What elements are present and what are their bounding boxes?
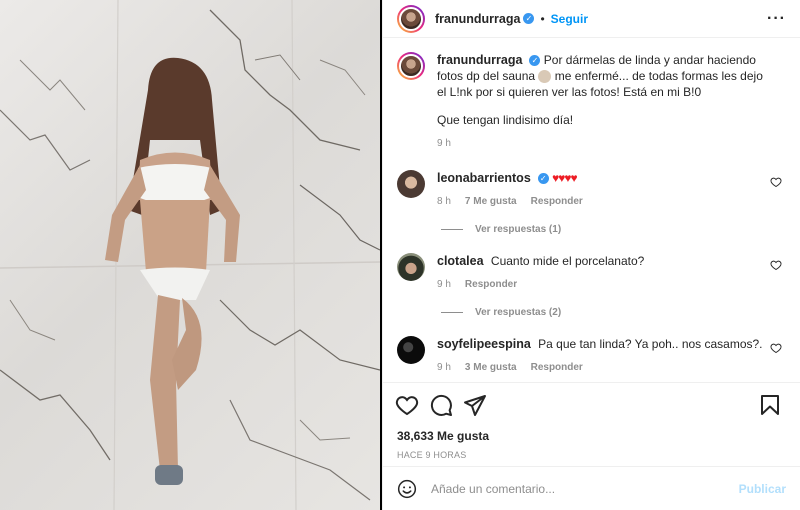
reply-button[interactable]: Responder — [531, 360, 583, 376]
comment-username[interactable]: clotalea — [437, 254, 484, 268]
verified-icon: ✓ — [523, 13, 535, 24]
comment-time[interactable]: 9 h — [437, 277, 451, 293]
comment-time[interactable]: 8 h — [437, 194, 451, 210]
likes-count[interactable]: 38,633 Me gusta — [383, 426, 800, 446]
author-username[interactable]: franundurraga — [435, 12, 520, 26]
reply-button[interactable]: Responder — [465, 277, 517, 293]
caption-username[interactable]: franundurraga — [437, 53, 522, 67]
smile-icon[interactable] — [397, 479, 417, 499]
comment-text: Pa que tan linda? Ya poh.. nos casamos?. — [538, 337, 763, 351]
comment-avatar[interactable] — [397, 336, 425, 364]
comment-avatar[interactable] — [397, 170, 425, 198]
share-icon[interactable] — [463, 393, 487, 417]
more-icon[interactable]: ··· — [767, 10, 786, 28]
heart-icon[interactable] — [395, 393, 419, 417]
comment-icon[interactable] — [429, 393, 453, 417]
comment-item: soyfelipeespina Pa que tan linda? Ya poh… — [397, 336, 786, 376]
comment-avatar[interactable] — [397, 253, 425, 281]
photo-background — [0, 0, 380, 510]
post-header: franundurraga ✓ • Seguir ··· — [383, 0, 800, 38]
publish-button[interactable]: Publicar — [739, 482, 786, 496]
comments-list[interactable]: franundurraga ✓ Por dármelas de linda y a… — [383, 38, 800, 382]
caption-avatar[interactable] — [397, 52, 425, 80]
instagram-post: franundurraga ✓ • Seguir ··· franundurra… — [0, 0, 800, 510]
comment-like-heart-icon[interactable] — [770, 259, 782, 271]
comment-text: ♥♥♥♥ — [552, 171, 577, 185]
post-photo[interactable] — [0, 0, 382, 510]
post-actions — [383, 382, 800, 426]
caption-paragraph: Que tengan lindisimo día! — [437, 113, 574, 127]
comment-username[interactable]: leonabarrientos — [437, 171, 531, 185]
view-replies-label: Ver respuestas (2) — [475, 307, 562, 318]
comment-username[interactable]: soyfelipeespina — [437, 337, 531, 351]
comment-like-heart-icon[interactable] — [770, 342, 782, 354]
comment-item: leonabarrientos ✓ ♥♥♥♥ 8 h 7 Me gusta Res… — [397, 170, 786, 210]
verified-icon: ✓ — [529, 55, 541, 67]
comment-item: clotalea Cuanto mide el porcelanato? 9 h… — [397, 253, 786, 293]
view-replies-button[interactable]: Ver respuestas (1) — [441, 224, 786, 235]
caption: franundurraga ✓ Por dármelas de linda y a… — [397, 52, 786, 152]
comment-likes[interactable]: 7 Me gusta — [465, 194, 517, 210]
comment-likes[interactable]: 3 Me gusta — [465, 360, 517, 376]
separator-dot: • — [540, 11, 545, 26]
view-replies-label: Ver respuestas (1) — [475, 224, 562, 235]
comment-time[interactable]: 9 h — [437, 360, 451, 376]
marble-tiles-graphic — [0, 0, 380, 510]
author-avatar[interactable] — [397, 4, 425, 33]
person-silhouette — [105, 57, 240, 485]
verified-icon: ✓ — [537, 173, 549, 185]
comment-text: Cuanto mide el porcelanato? — [490, 254, 645, 268]
sauna-emoji-icon — [538, 70, 552, 84]
posted-time[interactable]: HACE 9 HORAS — [383, 446, 800, 466]
comment-like-heart-icon[interactable] — [770, 176, 782, 188]
caption-time[interactable]: 9 h — [437, 136, 451, 152]
follow-button[interactable]: Seguir — [551, 12, 588, 26]
bookmark-icon[interactable] — [758, 393, 782, 417]
comment-input[interactable] — [431, 481, 739, 496]
comment-composer: Publicar — [383, 466, 800, 510]
view-replies-button[interactable]: Ver respuestas (2) — [441, 307, 786, 318]
post-side-panel: franundurraga ✓ • Seguir ··· franundurra… — [382, 0, 800, 510]
reply-button[interactable]: Responder — [531, 194, 583, 210]
